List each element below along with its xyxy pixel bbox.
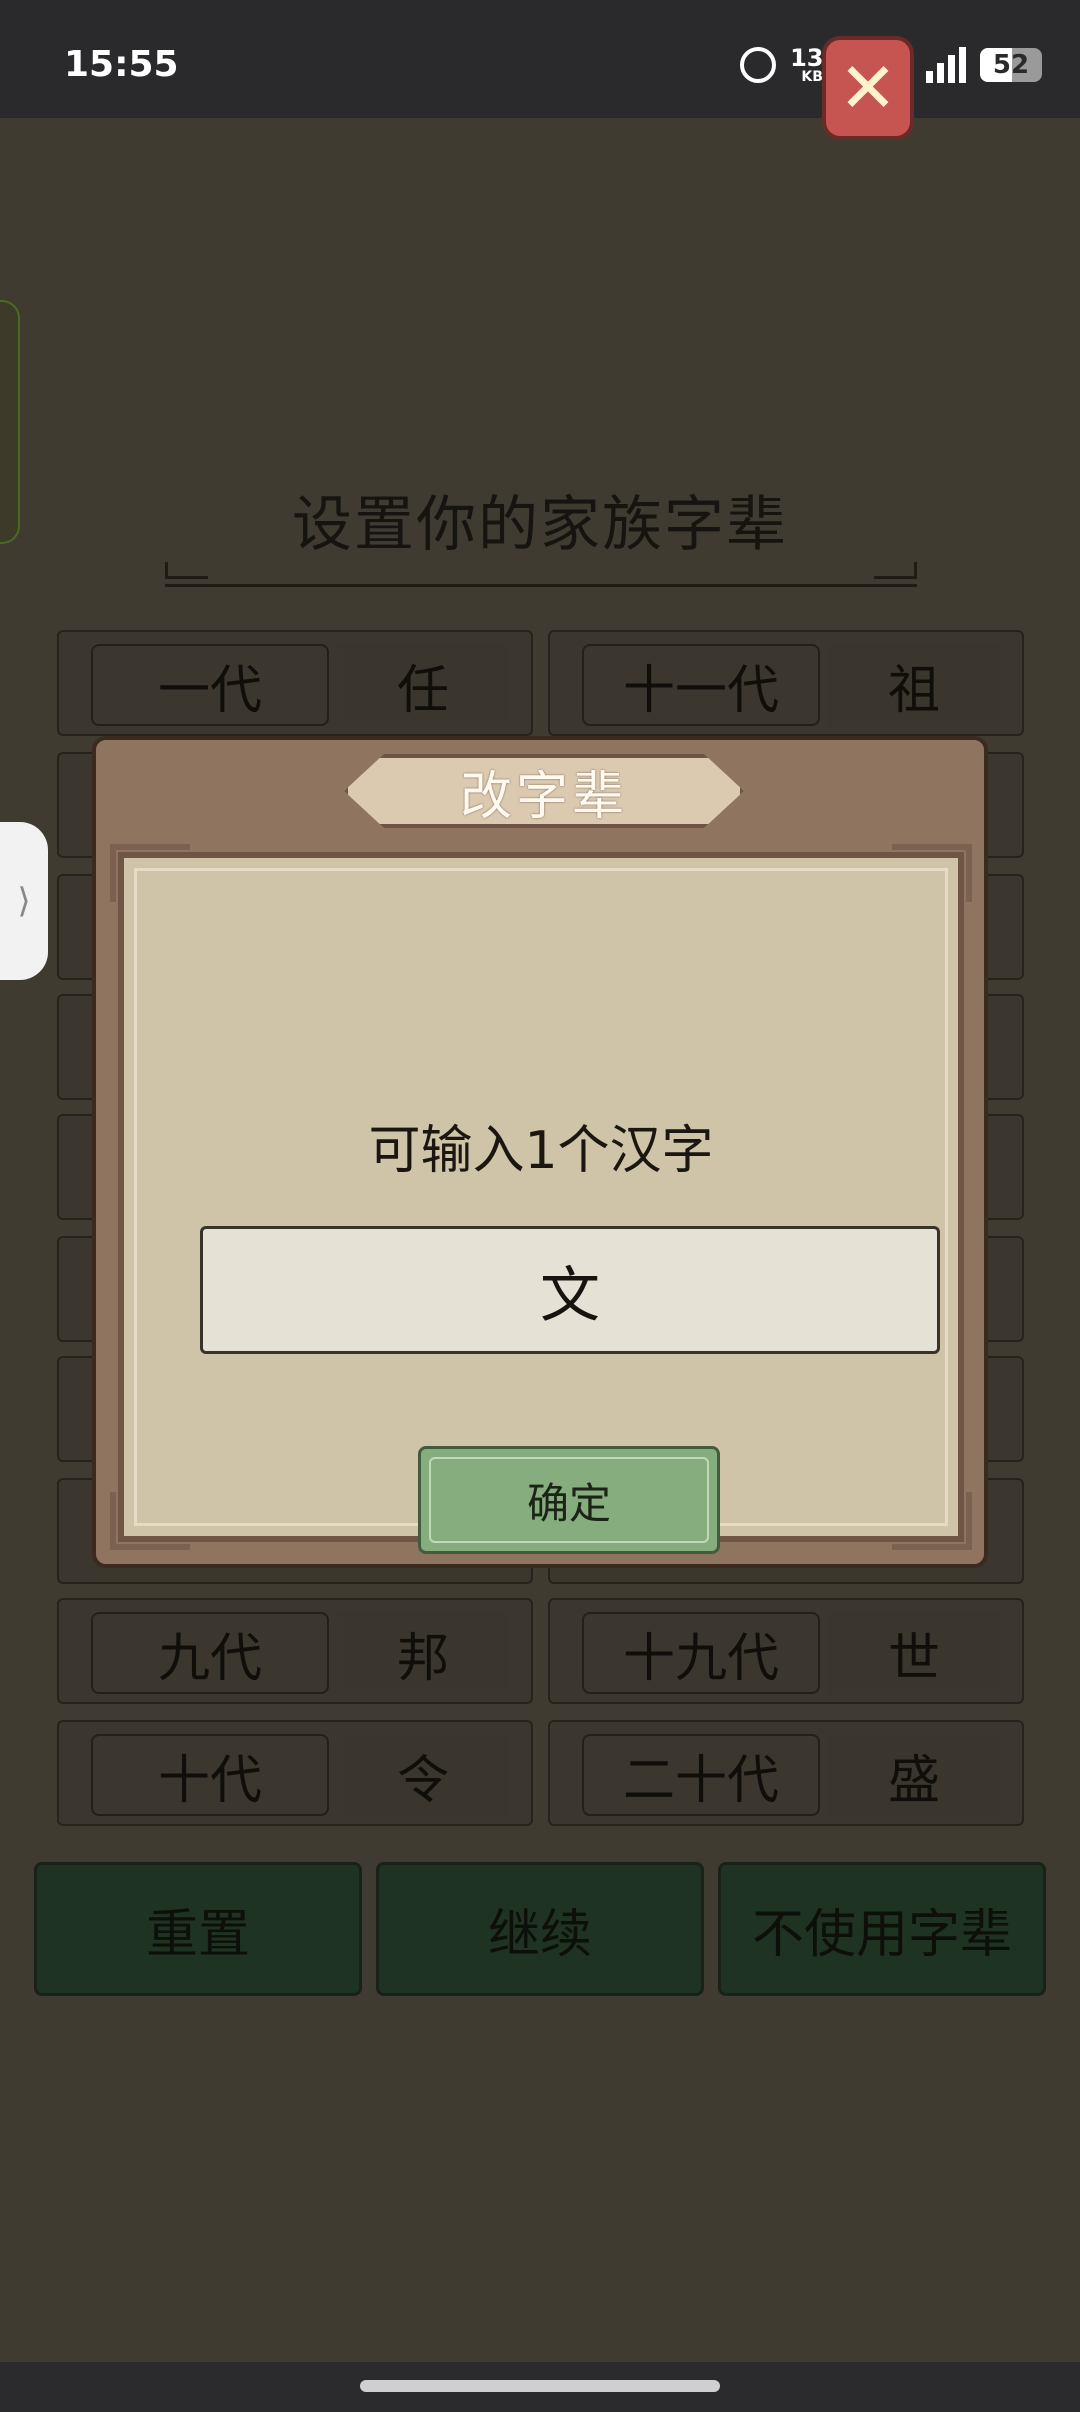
dialog-title-text: 改字辈	[459, 766, 628, 827]
generation-row[interactable]: 一代 任	[57, 630, 533, 736]
generation-row[interactable]: 十一代 祖	[548, 630, 1024, 736]
page-title: 设置你的家族字辈	[292, 490, 788, 560]
generation-char[interactable]: 任	[337, 644, 509, 726]
reset-button[interactable]: 重置	[34, 1862, 362, 1996]
edit-generation-dialog: 改字辈 可输入1个汉字 确定	[92, 736, 988, 1568]
status-time: 15:55	[64, 44, 179, 85]
signal-icon	[926, 47, 966, 83]
corner-ornament	[892, 844, 972, 902]
generation-char-input[interactable]	[200, 1226, 940, 1354]
generation-label: 二十代	[582, 1734, 820, 1816]
title-ornament	[165, 562, 917, 587]
side-drawer-handle[interactable]: ⟩	[0, 822, 48, 980]
generation-label: 十代	[91, 1734, 329, 1816]
generation-label: 十一代	[582, 644, 820, 726]
confirm-button-label: 确定	[526, 1478, 611, 1528]
chevron-right-icon: ⟩	[17, 881, 31, 921]
status-bar: 15:55 13.0 KB/S HD 52	[0, 0, 1080, 118]
dialog-title: 改字辈	[344, 754, 744, 828]
corner-ornament	[110, 844, 190, 902]
generation-row[interactable]: 十代 令	[57, 1720, 533, 1826]
alarm-icon	[740, 47, 777, 83]
generation-row[interactable]: 九代 邦	[57, 1598, 533, 1704]
generation-label: 十九代	[582, 1612, 820, 1694]
generation-row[interactable]: 十九代 世	[548, 1598, 1024, 1704]
no-generation-button[interactable]: 不使用字辈	[718, 1862, 1046, 1996]
battery-icon: 52	[980, 48, 1042, 82]
generation-label: 一代	[91, 644, 329, 726]
corner-ornament	[110, 1492, 190, 1550]
home-gesture-bar[interactable]	[360, 2380, 720, 2392]
confirm-button[interactable]: 确定	[418, 1446, 720, 1554]
dialog-body: 可输入1个汉字 确定	[110, 844, 972, 1554]
generation-char[interactable]: 世	[828, 1612, 1000, 1694]
generation-label: 九代	[91, 1612, 329, 1694]
generation-char[interactable]: 令	[337, 1734, 509, 1816]
navigation-bar	[0, 2362, 1080, 2412]
corner-ornament	[892, 1492, 972, 1550]
generation-row[interactable]: 二十代 盛	[548, 1720, 1024, 1826]
continue-button[interactable]: 继续	[376, 1862, 704, 1996]
generation-char[interactable]: 盛	[828, 1734, 1000, 1816]
generation-char[interactable]: 邦	[337, 1612, 509, 1694]
close-icon[interactable]: ✕	[822, 36, 914, 140]
generation-char[interactable]: 祖	[828, 644, 1000, 726]
input-hint: 可输入1个汉字	[368, 1121, 714, 1181]
